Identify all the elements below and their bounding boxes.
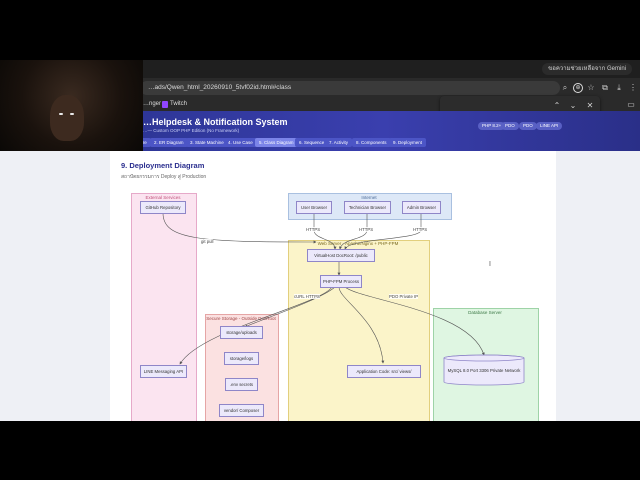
node-user-browser: User Browser — [296, 201, 332, 214]
node-vendor-composer: vendor/ Composer — [219, 404, 264, 417]
text-cursor-icon: I — [489, 261, 491, 268]
edge-label-https-admin: HTTPS — [413, 227, 428, 232]
edge-label-https-user: HTTPS — [306, 227, 321, 232]
edge-label-curl: cURL HTTPS — [294, 294, 320, 299]
black-bar — [0, 421, 640, 480]
edges-layer — [162, 212, 525, 386]
node-mysql: MySQL 8.0 Port 3306 Private Network — [447, 367, 521, 373]
node-github: GitHub Repository — [140, 201, 186, 214]
node-env-secrets: .env secrets — [225, 378, 258, 391]
edge-label-https-tech: HTTPS — [359, 227, 374, 232]
node-application-code: Application Code: src/ views/ — [347, 365, 421, 378]
node-storage-uploads: storage/uploads — [220, 326, 263, 339]
edge-admin-https — [344, 213, 422, 250]
edge-label-pdo: PDO Private IP — [389, 294, 419, 299]
edge-fpm-uploads — [244, 286, 336, 328]
node-admin-browser: Admin Browser — [402, 201, 441, 214]
node-line-api: LINE Messaging API — [140, 365, 187, 378]
node-technician-browser: Technician Browser — [344, 201, 391, 214]
node-php-fpm: PHP-FPM Process — [320, 275, 362, 288]
node-storage-logs: storage/logs — [224, 352, 259, 365]
edge-github-gitpull — [162, 212, 317, 244]
node-virtualhost: VirtualHost DocRoot: /public — [307, 249, 375, 262]
edge-label-gitpull: git pull — [201, 239, 214, 244]
